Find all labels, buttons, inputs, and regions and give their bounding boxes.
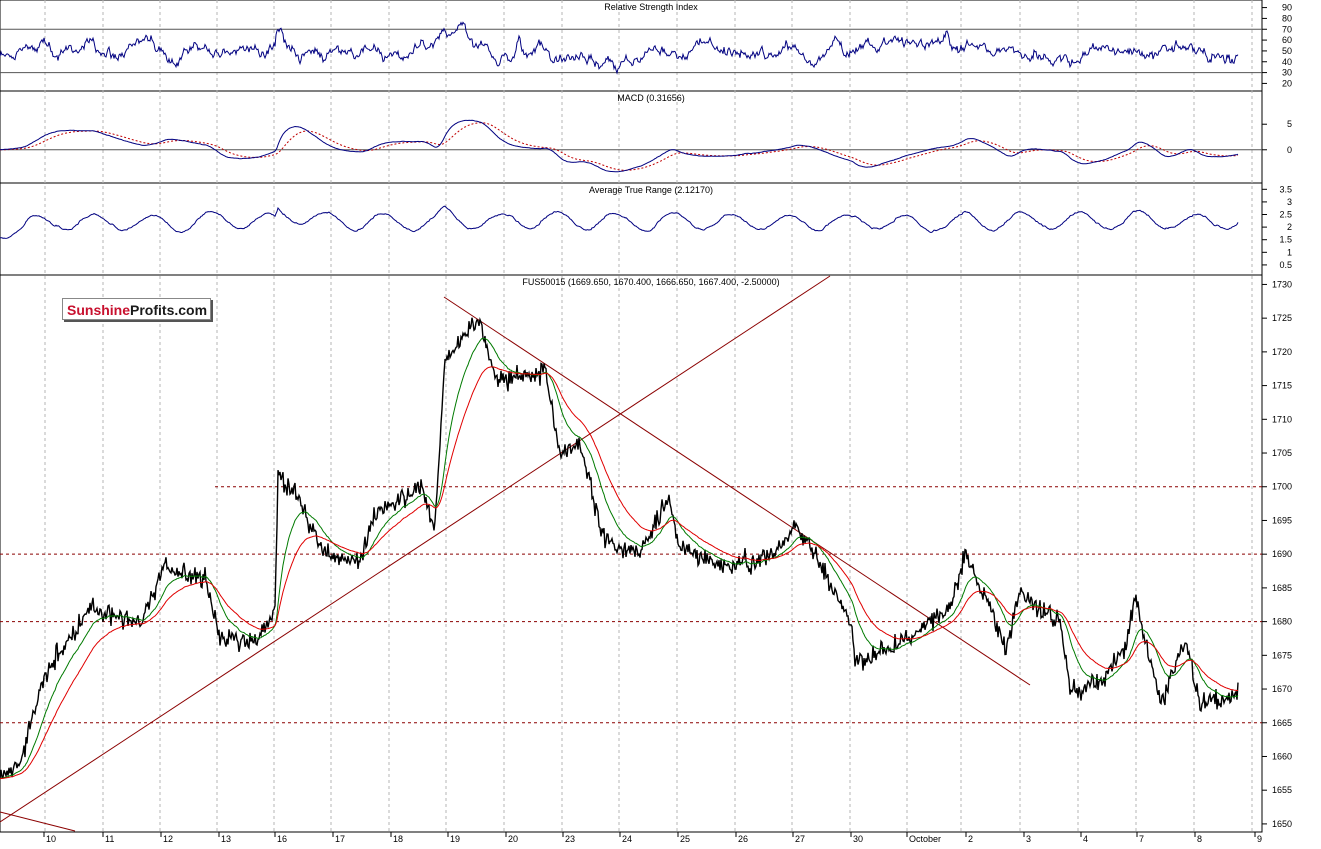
y-tick-label-atr: 2 (1287, 222, 1292, 232)
y-tick-label-atr: 2.5 (1279, 210, 1292, 220)
y-tick-label-rsi: 60 (1282, 35, 1292, 45)
y-tick-label-rsi: 90 (1282, 3, 1292, 13)
y-tick-label-price: 1695 (1272, 515, 1292, 525)
x-tick-label: 7 (1139, 834, 1144, 844)
y-tick-label-rsi: 50 (1282, 46, 1292, 56)
chart-root: Relative Strength Index 90 80 70 60 50 40 30 20 M… (0, 0, 1321, 844)
x-tick-label: 19 (450, 834, 460, 844)
panel-title-rsi: Relative Strength Index (604, 2, 698, 12)
y-tick-label-price: 1715 (1272, 381, 1292, 391)
y-tick-label-macd: 0 (1287, 145, 1292, 155)
y-tick-label-atr: 3.5 (1279, 184, 1292, 194)
sunshine-profits-logo: SunshineProfits.com (62, 298, 211, 320)
x-tick-label: 25 (680, 834, 690, 844)
chart-svg: Relative Strength Index 9080706050403020M… (0, 0, 1292, 844)
x-tick-label: 2 (968, 834, 973, 844)
y-tick-label-rsi: 80 (1282, 13, 1292, 23)
x-tick-label: 23 (565, 834, 575, 844)
x-tick-label: 26 (738, 834, 748, 844)
x-tick-label: 8 (1197, 834, 1202, 844)
y-tick-label-rsi: 40 (1282, 57, 1292, 67)
y-tick-label-macd: 5 (1287, 119, 1292, 129)
x-tick-label: 10 (46, 834, 56, 844)
rsi-line (0, 21, 1239, 75)
panel-frame-rsi (0, 0, 1263, 92)
x-tick-label: 3 (1026, 834, 1031, 844)
y-tick-label-price: 1690 (1272, 549, 1292, 559)
x-tick-label: 11 (105, 834, 114, 844)
x-tick-label: October (909, 834, 941, 844)
y-tick-label-price: 1655 (1272, 785, 1292, 795)
logo-part-2: Profits.com (130, 302, 208, 318)
x-tick-label: 17 (335, 834, 345, 844)
y-tick-label-price: 1680 (1272, 617, 1292, 627)
x-tick-label: 16 (277, 834, 287, 844)
y-tick-label-atr: 1.5 (1279, 235, 1292, 245)
y-tick-label-atr: 3 (1287, 197, 1292, 207)
y-tick-label-rsi: 30 (1282, 68, 1292, 78)
y-tick-label-price: 1685 (1272, 583, 1292, 593)
y-tick-label-price: 1650 (1272, 819, 1292, 829)
panel-title-macd: MACD (0.31656) (617, 93, 685, 103)
x-tick-label: 24 (622, 834, 632, 844)
y-tick-label-price: 1675 (1272, 650, 1292, 660)
y-tick-label-price: 1730 (1272, 279, 1292, 289)
y-tick-label-price: 1725 (1272, 313, 1292, 323)
x-tick-label: 20 (508, 834, 518, 844)
panel-frame-price (0, 274, 1263, 833)
y-tick-label-price: 1705 (1272, 448, 1292, 458)
x-tick-label: 12 (163, 834, 173, 844)
minor-trendline (0, 811, 76, 832)
y-tick-label-price: 1660 (1272, 751, 1292, 761)
x-tick-label: 13 (221, 834, 231, 844)
y-tick-label-price: 1665 (1272, 718, 1292, 728)
x-tick-label: 18 (393, 834, 403, 844)
logo-part-1: Sunshine (67, 302, 131, 318)
y-tick-label-atr: 0.5 (1279, 260, 1292, 270)
panel-title-price: FUS50015 (1669.650, 1670.400, 1666.650, … (522, 277, 779, 287)
x-tick-label: 9 (1257, 834, 1262, 844)
x-tick-label: 27 (795, 834, 805, 844)
x-tick-label: 30 (853, 834, 863, 844)
y-tick-label-price: 1720 (1272, 347, 1292, 357)
panel-title-atr: Average True Range (2.12170) (589, 185, 713, 195)
y-tick-label-rsi: 70 (1282, 24, 1292, 34)
y-tick-label-price: 1670 (1272, 684, 1292, 694)
y-tick-label-price: 1700 (1272, 482, 1292, 492)
x-tick-label: 4 (1083, 834, 1088, 844)
y-tick-label-rsi: 20 (1282, 78, 1292, 88)
rising-trendline (0, 275, 831, 823)
falling-trendline (443, 296, 1031, 686)
y-tick-label-atr: 1 (1287, 247, 1292, 257)
y-tick-label-price: 1710 (1272, 414, 1292, 424)
